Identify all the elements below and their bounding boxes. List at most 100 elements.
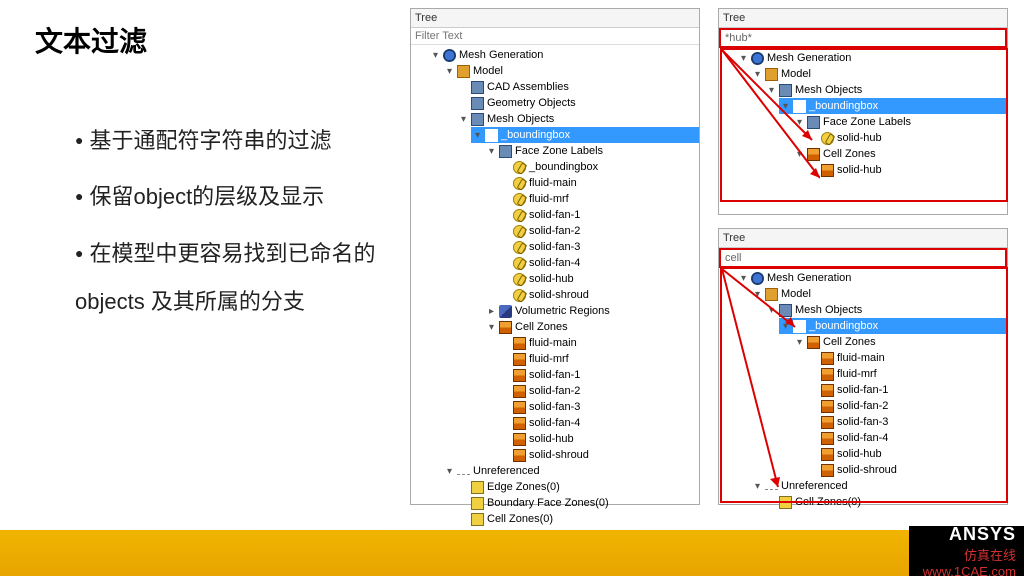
tree-node-model[interactable]: Model (751, 286, 1007, 302)
square-icon (471, 481, 484, 494)
node-label: Unreferenced (781, 480, 848, 492)
tree-node[interactable]: solid-fan-3 (807, 414, 1007, 430)
cell-icon (513, 417, 526, 430)
tree-node[interactable]: Boundary Face Zones(0) (457, 495, 699, 511)
node-label: solid-hub (837, 448, 882, 460)
tree-node-meshobj[interactable]: Mesh Objects (765, 82, 1007, 98)
cell-icon (821, 384, 834, 397)
tree-node-meshobj[interactable]: Mesh Objects (765, 302, 1007, 318)
tree-node[interactable]: solid-fan-4 (499, 255, 699, 271)
tree-node[interactable]: solid-fan-3 (499, 239, 699, 255)
tree-node-unref[interactable]: Unreferenced (443, 463, 699, 479)
tree-node-bbox[interactable]: _boundingbox (779, 98, 1007, 114)
tree-node-bbox[interactable]: _boundingbox (779, 318, 1007, 334)
node-label: Cell Zones (823, 148, 876, 160)
node-label: solid-shroud (529, 449, 589, 461)
filter-input[interactable] (411, 28, 699, 45)
node-label: _boundingbox (501, 129, 570, 141)
tree-node-model[interactable]: Model (751, 66, 1007, 82)
tree-node[interactable]: solid-fan-3 (499, 399, 699, 415)
tree-node-cellzones[interactable]: Cell Zones (793, 334, 1007, 350)
node-label: solid-fan-1 (529, 209, 580, 221)
bullet-item: 保留object的层级及显示 (75, 173, 435, 221)
tree-node[interactable]: solid-fan-1 (499, 207, 699, 223)
brand-box: ANSYS 仿真在线 www.1CAE.com (909, 526, 1024, 576)
cell-icon (821, 464, 834, 477)
globe-icon (443, 49, 456, 62)
cell-icon (513, 337, 526, 350)
tree-node-meshobj[interactable]: Mesh Objects (457, 111, 699, 127)
panel-title: Tree (411, 9, 699, 28)
tree-node[interactable]: solid-fan-1 (807, 382, 1007, 398)
tree-node[interactable]: solid-shroud (499, 447, 699, 463)
tree-node-meshgen[interactable]: Mesh Generation (737, 50, 1007, 66)
tree-node[interactable]: fluid-main (499, 175, 699, 191)
node-label: fluid-mrf (529, 193, 569, 205)
node-label: Geometry Objects (487, 97, 576, 109)
tree-node[interactable]: solid-shroud (499, 287, 699, 303)
face-icon (821, 132, 834, 145)
tree-node[interactable]: solid-hub (807, 446, 1007, 462)
node-label: solid-fan-2 (529, 385, 580, 397)
node-label: Mesh Generation (767, 52, 851, 64)
node-label: Model (781, 288, 811, 300)
tree-node[interactable]: solid-hub (807, 130, 1007, 146)
tree-node[interactable]: solid-fan-4 (499, 415, 699, 431)
tree-node[interactable]: Edge Zones(0) (457, 479, 699, 495)
tree-node-cellzones[interactable]: Cell Zones (485, 319, 699, 335)
tree-node-cad[interactable]: CAD Assemblies (457, 79, 699, 95)
tree-node-fzl[interactable]: Face Zone Labels (793, 114, 1007, 130)
tree-node[interactable]: solid-hub (499, 271, 699, 287)
tree-node[interactable]: solid-fan-1 (499, 367, 699, 383)
filter-input-cell[interactable] (719, 248, 1007, 268)
node-label: solid-hub (837, 132, 882, 144)
tree-node[interactable]: solid-hub (499, 431, 699, 447)
tree-node[interactable]: solid-fan-2 (499, 223, 699, 239)
tree-node[interactable]: fluid-main (807, 350, 1007, 366)
square-icon (471, 497, 484, 510)
tree-node-meshgen[interactable]: Mesh Generation (737, 270, 1007, 286)
tree-node-volreg[interactable]: Volumetric Regions (485, 303, 699, 319)
tree-node[interactable]: Cell Zones(0) (457, 511, 699, 527)
tree-node-cellzones[interactable]: Cell Zones (793, 146, 1007, 162)
tree-node-geom[interactable]: Geometry Objects (457, 95, 699, 111)
tree-node[interactable]: fluid-mrf (807, 366, 1007, 382)
node-label: Face Zone Labels (823, 116, 911, 128)
tree-node[interactable]: solid-fan-4 (807, 430, 1007, 446)
object-icon (793, 320, 806, 333)
tree-node[interactable]: solid-fan-2 (807, 398, 1007, 414)
filter-input-hub[interactable] (719, 28, 1007, 48)
tree-node[interactable]: fluid-mrf (499, 191, 699, 207)
tree-node[interactable]: fluid-main (499, 335, 699, 351)
tree-node-unref[interactable]: Unreferenced (751, 478, 1007, 494)
node-label: Face Zone Labels (515, 145, 603, 157)
tree-panel-main: Tree Mesh Generation Model CAD Assemblie… (410, 8, 700, 505)
tree-node-meshgen[interactable]: Mesh Generation (429, 47, 699, 63)
dash-icon (457, 474, 470, 475)
tree-node[interactable]: Cell Zones(0) (765, 494, 1007, 510)
bullet-list: 基于通配符字符串的过滤 保留object的层级及显示 在模型中更容易找到已命名的… (35, 117, 435, 335)
node-label: solid-fan-1 (837, 384, 888, 396)
tree-panel-hub: Tree Mesh Generation Model Mesh Objects … (718, 8, 1008, 215)
node-label: Cell Zones (823, 336, 876, 348)
cell-icon (499, 321, 512, 334)
node-label: solid-hub (837, 164, 882, 176)
cell-icon (821, 400, 834, 413)
node-label: solid-hub (529, 433, 574, 445)
face-icon (513, 177, 526, 190)
group-icon (807, 116, 820, 129)
tree-node-bbox[interactable]: _boundingbox (471, 127, 699, 143)
model-icon (457, 65, 470, 78)
node-label: Boundary Face Zones(0) (487, 497, 609, 509)
tree-node-fzl[interactable]: Face Zone Labels (485, 143, 699, 159)
brand-url: www.1CAE.com (923, 564, 1016, 579)
tree-node[interactable]: solid-fan-2 (499, 383, 699, 399)
tree-node-model[interactable]: Model (443, 63, 699, 79)
tree-node[interactable]: solid-hub (807, 162, 1007, 178)
node-label: Mesh Objects (795, 304, 862, 316)
cell-icon (821, 352, 834, 365)
tree-node[interactable]: solid-shroud (807, 462, 1007, 478)
tree-node[interactable]: fluid-mrf (499, 351, 699, 367)
object-icon (793, 100, 806, 113)
tree-node[interactable]: _boundingbox (499, 159, 699, 175)
